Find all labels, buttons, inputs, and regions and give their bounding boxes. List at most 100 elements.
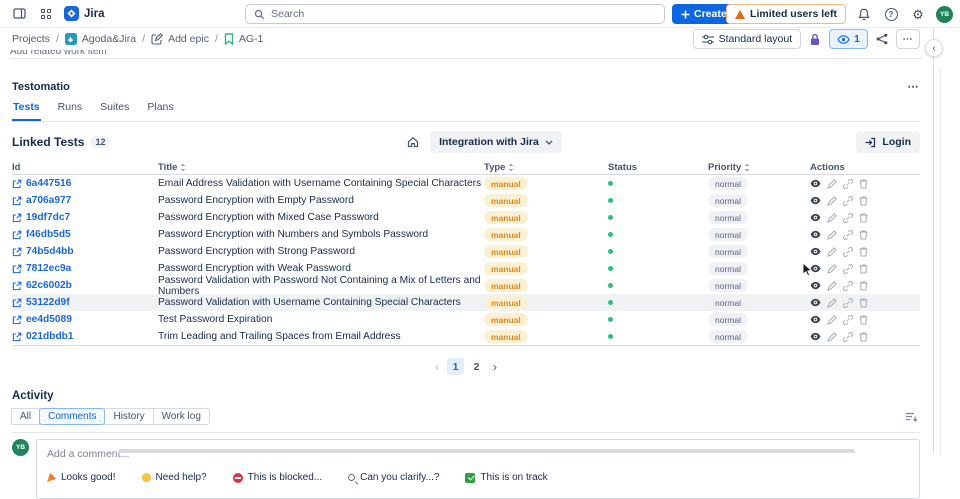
view-test-button[interactable] <box>810 247 821 256</box>
pagination-prev-button[interactable]: ‹ <box>431 360 443 374</box>
test-id-link[interactable]: 6a447516 <box>12 178 71 189</box>
notifications-bell-icon[interactable] <box>855 5 873 23</box>
delete-test-button[interactable] <box>859 229 868 240</box>
edit-test-button[interactable] <box>827 229 837 240</box>
table-row[interactable]: 19df7dc7 Password Encryption with Mixed … <box>12 209 920 226</box>
activity-tab[interactable]: Comments <box>39 408 106 425</box>
delete-test-button[interactable] <box>859 314 868 325</box>
quick-reply-chip[interactable]: This is on track <box>465 472 548 483</box>
jira-logo[interactable]: Jira <box>64 6 104 21</box>
view-test-button[interactable] <box>810 264 821 273</box>
unlink-test-button[interactable] <box>843 297 853 308</box>
table-row[interactable]: f46db5d5 Password Encryption with Number… <box>12 226 920 243</box>
activity-tab[interactable]: All <box>11 408 41 425</box>
login-button[interactable]: Login <box>856 131 920 153</box>
table-row[interactable]: 62c6002b Password Validation with Passwo… <box>12 275 920 297</box>
test-id-link[interactable]: 19df7dc7 <box>12 212 70 223</box>
breadcrumb-issue-key[interactable]: AG-1 <box>224 33 263 45</box>
test-id-link[interactable]: 62c6002b <box>12 280 72 291</box>
testomatio-tab[interactable]: Tests <box>12 101 41 121</box>
quick-reply-chip[interactable]: Can you clarify...? <box>348 472 439 483</box>
breadcrumb-project[interactable]: Agoda&Jira <box>64 33 136 45</box>
sidebar-toggle-icon[interactable] <box>10 5 28 23</box>
settings-gear-icon[interactable]: ⚙ <box>909 5 927 23</box>
delete-test-button[interactable] <box>859 195 868 206</box>
table-row[interactable]: 74b5d4bb Password Encryption with Strong… <box>12 243 920 260</box>
standard-layout-button[interactable]: Standard layout <box>692 29 802 49</box>
quick-reply-chip[interactable]: Looks good! <box>47 472 116 483</box>
table-row[interactable]: 53122d9f Password Validation with Userna… <box>12 294 920 311</box>
unlink-test-button[interactable] <box>843 314 853 325</box>
testomatio-tab[interactable]: Runs <box>57 101 84 121</box>
view-test-button[interactable] <box>810 213 821 222</box>
table-row[interactable]: 6a447516 Email Address Validation with U… <box>12 175 920 192</box>
breadcrumb-add-epic[interactable]: Add epic <box>151 33 209 45</box>
user-avatar[interactable]: YB <box>936 5 953 23</box>
view-test-button[interactable] <box>810 179 821 188</box>
pagination-page-button[interactable]: 1 <box>447 358 464 375</box>
share-icon[interactable] <box>874 31 890 47</box>
view-test-button[interactable] <box>810 281 821 290</box>
edit-test-button[interactable] <box>827 297 837 308</box>
unlink-test-button[interactable] <box>843 331 853 342</box>
unlink-test-button[interactable] <box>843 178 853 189</box>
quick-reply-chip[interactable]: This is blocked... <box>232 472 322 483</box>
delete-test-button[interactable] <box>859 212 868 223</box>
edit-test-button[interactable] <box>827 178 837 189</box>
view-test-button[interactable] <box>810 196 821 205</box>
unlink-test-button[interactable] <box>843 246 853 257</box>
breadcrumb-projects[interactable]: Projects <box>12 33 50 45</box>
edit-test-button[interactable] <box>827 280 837 291</box>
more-actions-button[interactable]: ⋯ <box>896 29 920 49</box>
home-icon[interactable] <box>405 134 421 150</box>
testomatio-more-button[interactable]: ⋯ <box>908 80 921 93</box>
delete-test-button[interactable] <box>859 263 868 274</box>
table-column-header[interactable]: Id <box>12 162 158 173</box>
watchers-button[interactable]: 1 <box>829 29 868 49</box>
pagination-next-button[interactable]: › <box>489 360 501 374</box>
table-column-header[interactable]: Priority <box>708 162 810 173</box>
view-test-button[interactable] <box>810 298 821 307</box>
table-column-header[interactable]: Actions <box>810 162 920 173</box>
test-id-link[interactable]: 7812ec9a <box>12 263 71 274</box>
quick-reply-chip[interactable]: Need help? <box>141 472 207 483</box>
activity-tab[interactable]: History <box>104 408 154 425</box>
help-icon[interactable]: ? <box>882 5 900 23</box>
integration-dropdown[interactable]: Integration with Jira <box>430 131 562 153</box>
edit-test-button[interactable] <box>827 263 837 274</box>
test-id-link[interactable]: 53122d9f <box>12 297 70 308</box>
limited-users-button[interactable]: Limited users left <box>726 4 846 24</box>
horizontal-scrollbar[interactable] <box>118 449 855 453</box>
table-row[interactable]: ee4d5089 Test Password Expiration manual… <box>12 311 920 328</box>
unlink-test-button[interactable] <box>843 195 853 206</box>
view-test-button[interactable] <box>810 332 821 341</box>
delete-test-button[interactable] <box>859 246 868 257</box>
lock-icon[interactable] <box>807 31 823 48</box>
testomatio-tab[interactable]: Plans <box>146 101 174 121</box>
activity-tab[interactable]: Work log <box>152 408 210 425</box>
view-test-button[interactable] <box>810 230 821 239</box>
table-row[interactable]: a706a977 Password Encryption with Empty … <box>12 192 920 209</box>
test-id-link[interactable]: ee4d5089 <box>12 314 72 325</box>
unlink-test-button[interactable] <box>843 263 853 274</box>
edit-test-button[interactable] <box>827 314 837 325</box>
sort-order-icon[interactable] <box>903 409 920 425</box>
test-id-link[interactable]: 74b5d4bb <box>12 246 74 257</box>
edit-test-button[interactable] <box>827 212 837 223</box>
unlink-test-button[interactable] <box>843 212 853 223</box>
pagination-page-button[interactable]: 2 <box>468 358 485 375</box>
add-related-work-item-label[interactable]: Add related work item <box>10 50 922 57</box>
table-column-header[interactable]: Title <box>158 162 484 173</box>
test-id-link[interactable]: f46db5d5 <box>12 229 71 240</box>
delete-test-button[interactable] <box>859 331 868 342</box>
unlink-test-button[interactable] <box>843 280 853 291</box>
testomatio-tab[interactable]: Suites <box>99 101 130 121</box>
search-input[interactable]: Search <box>245 4 665 24</box>
unlink-test-button[interactable] <box>843 229 853 240</box>
view-test-button[interactable] <box>810 315 821 324</box>
test-id-link[interactable]: a706a977 <box>12 195 71 206</box>
comment-input[interactable]: Add a comment... Looks good! Need help? <box>36 439 920 499</box>
app-switcher-icon[interactable] <box>37 5 55 23</box>
table-column-header[interactable]: Status <box>608 162 708 173</box>
delete-test-button[interactable] <box>859 280 868 291</box>
